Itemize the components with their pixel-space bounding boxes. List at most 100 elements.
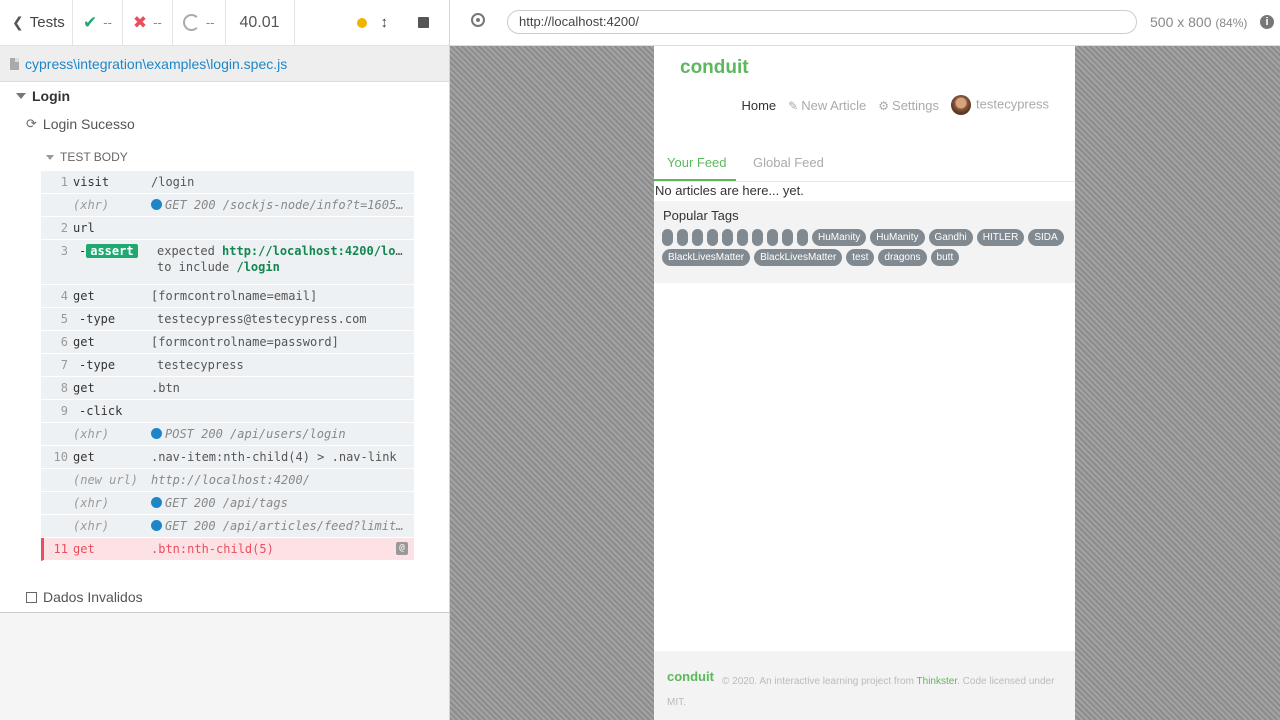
nav-new-article[interactable]: ✎ New Article (788, 98, 866, 113)
tag-pill[interactable] (722, 229, 733, 246)
command-number: 9 (60, 404, 68, 418)
viewport-size: 500 x 800 (1150, 14, 1212, 30)
suite-login[interactable]: Login (16, 88, 70, 104)
tag-pill[interactable] (677, 229, 688, 246)
test-dados-invalidos[interactable]: Dados Invalidos (26, 589, 143, 605)
command-row[interactable]: (xhr) POST 200 /api/users/login (41, 423, 414, 446)
tag-pill[interactable]: BlackLivesMatter (662, 249, 751, 266)
tag-pill[interactable] (692, 229, 703, 246)
assert-badge: assert (86, 244, 138, 258)
command-name: (xhr) (73, 427, 110, 441)
command-message: testecypress@testecypress.com (157, 312, 367, 326)
command-name: get (73, 335, 95, 349)
command-name: (xhr) (73, 198, 110, 212)
command-message: [formcontrolname=password] (151, 335, 339, 349)
aut-header: http://localhost:4200/ 500 x 800 (84%) i (450, 0, 1280, 46)
command-row[interactable]: (xhr) GET 200 /api/articles/feed?limit=1… (41, 515, 414, 538)
nav-settings[interactable]: ⚙ Settings (878, 98, 939, 113)
tag-pill[interactable] (707, 229, 718, 246)
tab-global-feed[interactable]: Global Feed (753, 155, 824, 170)
tag-pill[interactable]: butt (930, 249, 960, 266)
command-row[interactable]: 6 get [formcontrolname=password] (41, 331, 414, 354)
tag-pill[interactable]: Gandhi (928, 229, 973, 246)
caret-down-icon (46, 154, 54, 160)
command-message: GET 200 /sockjs-node/info?t=1605957... (151, 197, 414, 213)
command-row[interactable]: (xhr) GET 200 /api/tags (41, 492, 414, 515)
assert-expected-text: expected (157, 244, 215, 258)
stop-icon[interactable] (418, 17, 429, 28)
command-name: -type (79, 358, 116, 372)
command-row[interactable]: 5 -type testecypress@testecypress.com (41, 308, 414, 331)
tag-pill[interactable]: HuManity (812, 229, 867, 246)
info-icon[interactable]: i (1260, 15, 1274, 29)
command-number: 1 (60, 175, 68, 189)
tag-pill[interactable] (782, 229, 793, 246)
command-row[interactable]: 8 get .btn (41, 377, 414, 400)
tab-your-feed[interactable]: Your Feed (667, 155, 727, 170)
tag-pill[interactable] (662, 229, 673, 246)
xhr-message: GET 200 /api/tags (165, 496, 288, 510)
command-number: 5 (60, 312, 68, 326)
tests-back-button[interactable]: ❮ Tests (0, 0, 73, 45)
tag-pill[interactable] (767, 229, 778, 246)
feed-tabs: Your Feed Global Feed (654, 147, 1075, 182)
command-row[interactable]: (xhr) GET 200 /sockjs-node/info?t=160595… (41, 194, 414, 217)
tag-pill[interactable]: BlackLivesMatter (754, 249, 843, 266)
file-icon (10, 57, 19, 70)
tag-pill[interactable]: test (846, 249, 875, 266)
command-row-failed[interactable]: 11 get .btn:nth-child(5) @ (41, 538, 414, 561)
command-message: GET 200 /api/articles/feed?limit=10... (151, 518, 414, 534)
command-row[interactable]: (new url) http://localhost:4200/ (41, 469, 414, 492)
square-icon (26, 591, 37, 603)
command-row[interactable]: 7 -type testecypress (41, 354, 414, 377)
nav-home[interactable]: Home (741, 98, 776, 113)
xhr-status-icon (151, 199, 162, 210)
failed-count: -- (153, 15, 162, 30)
command-name: (xhr) (73, 496, 110, 510)
command-row[interactable]: 10 get .nav-item:nth-child(4) > .nav-lin… (41, 446, 414, 469)
command-row[interactable]: 1 visit /login (41, 171, 414, 194)
command-name: (xhr) (73, 519, 110, 533)
viewport-scale: (84%) (1215, 16, 1248, 30)
tag-pill[interactable]: HuManity (870, 229, 925, 246)
tag-pill[interactable]: dragons (878, 249, 927, 266)
runnables: Login ⟳ Login Sucesso TEST BODY 1 visit … (0, 82, 449, 613)
popular-tags-title: Popular Tags (663, 208, 739, 223)
tag-pill[interactable]: SIDA (1028, 229, 1064, 246)
tag-pill[interactable] (737, 229, 748, 246)
check-icon: ✔ (83, 12, 98, 32)
selector-playground-icon[interactable] (471, 13, 485, 27)
pending-count: -- (205, 15, 215, 30)
tag-pill[interactable] (797, 229, 808, 246)
command-name: - assert (73, 243, 157, 259)
command-row[interactable]: 4 get [formcontrolname=email] (41, 285, 414, 308)
avatar (951, 95, 972, 115)
viewport-info: 500 x 800 (84%) (1150, 14, 1247, 30)
passed-count: -- (103, 15, 112, 30)
command-row[interactable]: 9 -click (41, 400, 414, 423)
command-row[interactable]: 2 url (41, 217, 414, 240)
compose-icon: ✎ (788, 98, 799, 113)
command-number: 3 (60, 244, 68, 258)
xhr-status-icon (151, 520, 162, 531)
test-login-sucesso[interactable]: ⟳ Login Sucesso (26, 116, 135, 132)
command-message: GET 200 /api/tags (151, 495, 414, 511)
tag-pill[interactable]: HITLER (976, 229, 1025, 246)
tag-pill[interactable] (752, 229, 763, 246)
thinkster-link[interactable]: Thinkster (917, 676, 958, 687)
command-message: .btn (151, 381, 180, 395)
auto-scroll-indicator-icon[interactable] (356, 17, 367, 28)
duration: 40.01 (226, 0, 295, 45)
command-message: .nav-item:nth-child(4) > .nav-link (151, 450, 397, 464)
aut-area: conduit Home ✎ New Article ⚙ Settings test… (450, 46, 1280, 720)
test-body-toggle[interactable]: TEST BODY (46, 150, 128, 164)
navbar: Home ✎ New Article ⚙ Settings testecypress (741, 95, 1049, 115)
spec-path-link[interactable]: cypress\integration\examples\login.spec.… (25, 56, 287, 72)
pending-spinner-icon (182, 14, 200, 31)
command-row-assert[interactable]: 3 - assert expected http://localhost:4200… (41, 240, 414, 285)
command-name: get (73, 381, 95, 395)
command-message: /login (151, 175, 195, 189)
navbar-brand[interactable]: conduit (680, 57, 749, 79)
auto-scroll-toggle-icon[interactable]: ↕ (381, 14, 389, 31)
nav-profile[interactable]: testecypress (951, 95, 1049, 115)
